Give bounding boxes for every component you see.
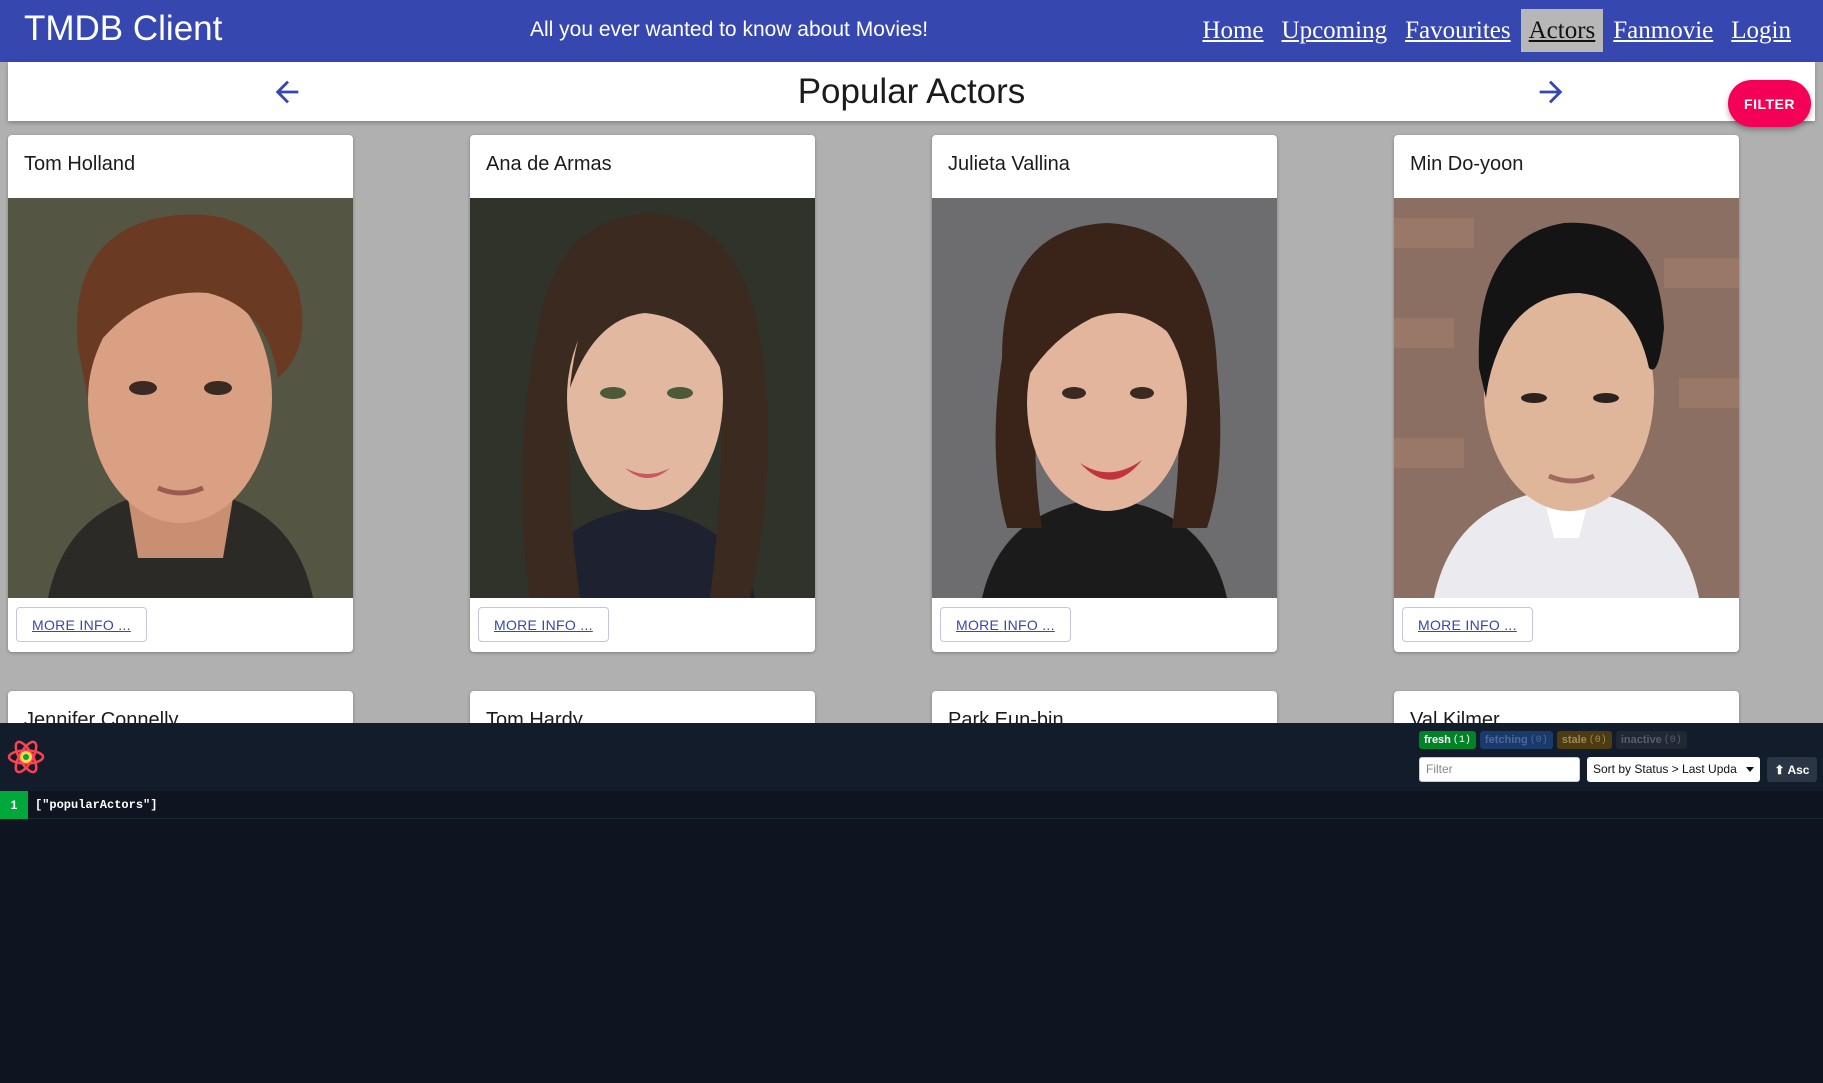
app-container: TMDB Client All you ever wanted to know … — [0, 0, 1823, 723]
actor-photo[interactable] — [932, 198, 1277, 598]
app-bar: TMDB Client All you ever wanted to know … — [0, 0, 1823, 62]
chevron-down-icon — [1746, 767, 1754, 772]
fresh-badge: fresh (1) — [1419, 731, 1476, 749]
more-info-button[interactable]: MORE INFO ... — [1402, 607, 1533, 642]
filter-button[interactable]: FILTER — [1728, 80, 1811, 127]
query-key: ["popularActors"] — [35, 798, 158, 812]
actor-photo[interactable] — [470, 198, 815, 598]
actor-photo[interactable] — [1394, 198, 1739, 598]
fetching-badge: fetching (0) — [1479, 731, 1553, 749]
actor-name: Tom Holland — [24, 153, 136, 175]
actor-name: Tom Hardy — [486, 709, 583, 723]
nav-upcoming-link[interactable]: Upcoming — [1274, 9, 1396, 52]
actor-card: Park Eun-bin — [932, 691, 1277, 723]
actor-name: Park Eun-bin — [948, 709, 1064, 723]
page-header: Popular Actors — [8, 62, 1815, 121]
nav-favourites-link[interactable]: Favourites — [1397, 9, 1519, 52]
more-info-button[interactable]: MORE INFO ... — [478, 607, 609, 642]
more-info-button[interactable]: MORE INFO ... — [16, 607, 147, 642]
actor-name: Jennifer Connelly — [24, 709, 179, 723]
inactive-badge: inactive (0) — [1615, 731, 1687, 749]
more-info-button[interactable]: MORE INFO ... — [940, 607, 1071, 642]
actor-card: Val Kilmer — [1394, 691, 1739, 723]
sort-order-button[interactable]: ⬆ Asc — [1767, 757, 1817, 782]
nav-actors-link[interactable]: Actors — [1520, 9, 1604, 52]
actor-card: Julieta Vallina MORE INFO ... — [932, 135, 1277, 652]
nav-home-link[interactable]: Home — [1194, 9, 1271, 52]
nav-login-link[interactable]: Login — [1723, 9, 1799, 52]
actor-name: Ana de Armas — [486, 153, 612, 175]
stale-badge: stale (0) — [1556, 731, 1612, 749]
app-title: TMDB Client — [24, 9, 223, 48]
query-devtools-panel: fresh (1) fetching (0) stale (0) inactive (0… — [0, 723, 1823, 1083]
app-tagline: All you ever wanted to know about Movies… — [530, 18, 929, 41]
actor-card: Ana de Armas MORE INFO ... — [470, 135, 815, 652]
actor-card: Tom Hardy — [470, 691, 815, 723]
actor-name: Min Do-yoon — [1410, 153, 1524, 175]
actor-card: Jennifer Connelly — [8, 691, 353, 723]
arrow-back-icon[interactable] — [270, 75, 304, 109]
query-observer-count: 1 — [0, 791, 28, 819]
arrow-forward-icon[interactable] — [1534, 75, 1568, 109]
actor-name: Julieta Vallina — [948, 153, 1070, 175]
actor-photo[interactable] — [8, 198, 353, 598]
devtools-header: fresh (1) fetching (0) stale (0) inactive (0… — [0, 723, 1823, 791]
query-row[interactable]: 1 ["popularActors"] — [0, 791, 1823, 819]
query-filter-input[interactable]: Filter — [1419, 757, 1580, 782]
sort-select-label: Sort by Status > Last Upda — [1593, 762, 1737, 776]
react-query-logo-icon[interactable] — [6, 737, 46, 777]
actor-card: Tom Holland MORE INFO ... — [8, 135, 353, 652]
actor-name: Val Kilmer — [1410, 709, 1500, 723]
nav-fanmovie-link[interactable]: Fanmovie — [1605, 9, 1721, 52]
status-badges: fresh (1) fetching (0) stale (0) inactive (0… — [1419, 731, 1687, 749]
main-nav: Home Upcoming Favourites Actors Fanmovie… — [1194, 9, 1799, 52]
actor-card: Min Do-yoon MORE INFO ... — [1394, 135, 1739, 652]
sort-select[interactable]: Sort by Status > Last Upda — [1587, 757, 1760, 782]
